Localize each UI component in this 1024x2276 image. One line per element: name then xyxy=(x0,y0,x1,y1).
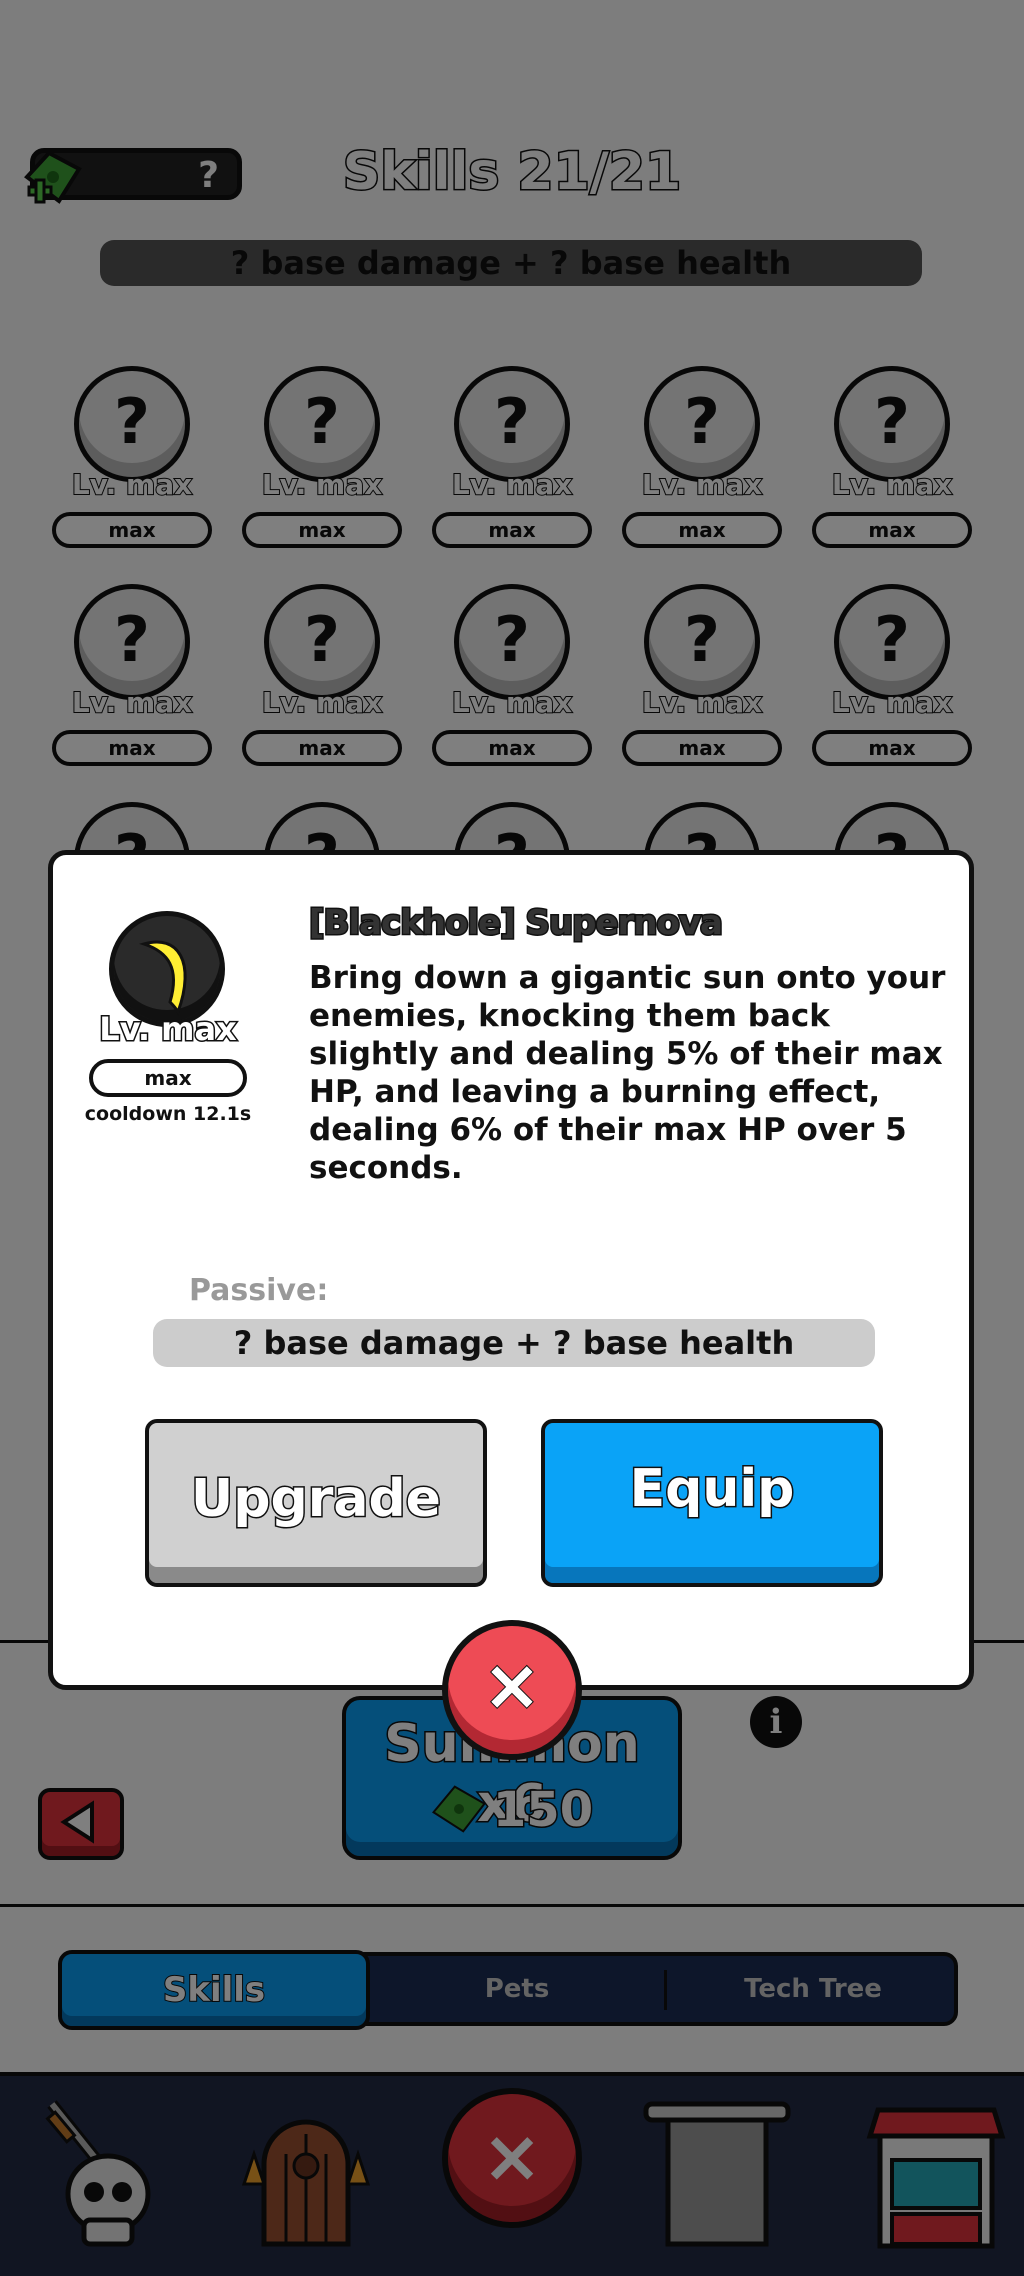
upgrade-label: Upgrade xyxy=(190,1468,443,1531)
equip-label: Equip xyxy=(628,1458,796,1521)
skill-name: [Blackhole] Supernova xyxy=(308,902,725,945)
upgrade-button[interactable]: Upgrade xyxy=(145,1419,487,1587)
equip-button[interactable]: Equip xyxy=(541,1419,883,1587)
skill-description: Bring down a gigantic sun onto your enem… xyxy=(309,960,946,1186)
skill-cooldown: cooldown 12.1s xyxy=(84,1103,252,1125)
close-icon[interactable]: × xyxy=(442,1620,582,1760)
supernova-icon xyxy=(138,940,187,1016)
passive-label: Passive: xyxy=(189,1273,329,1308)
skill-level: Lv. max xyxy=(98,1009,239,1050)
skill-detail-modal: Lv. max max cooldown 12.1s [Blackhole] S… xyxy=(48,850,974,1690)
passive-value: ? base damage + ? base health xyxy=(153,1319,875,1367)
skill-level-badge: max xyxy=(89,1059,247,1097)
game-screen: ? Skills 21/21 ? base damage + ? base he… xyxy=(0,0,1024,2276)
